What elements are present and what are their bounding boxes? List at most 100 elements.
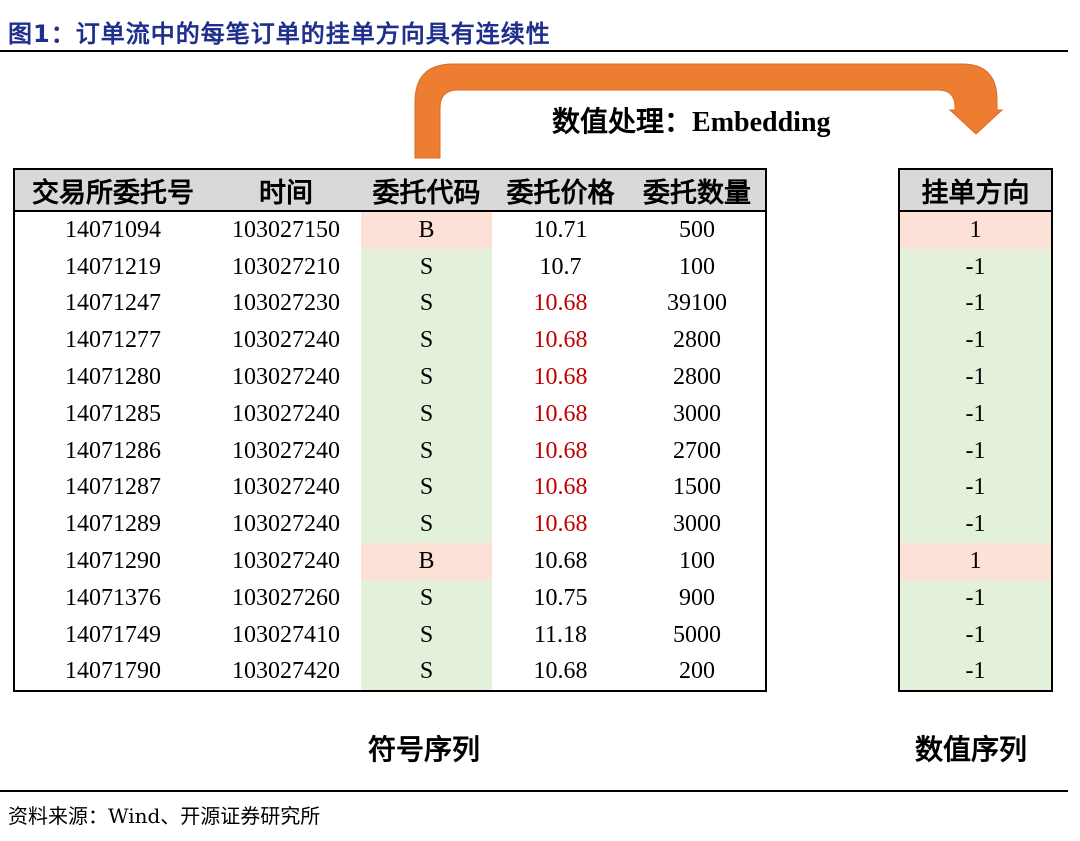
table-row: 14071285 103027240 S 10.68 3000 bbox=[14, 395, 766, 433]
price-cell: 10.68 bbox=[533, 400, 588, 427]
time-cell: 103027230 bbox=[232, 290, 340, 317]
price-cell: 10.68 bbox=[533, 511, 588, 538]
time-cell: 103027410 bbox=[232, 621, 340, 648]
direction-cell: -1 bbox=[899, 469, 1052, 507]
direction-cell: -1 bbox=[899, 506, 1052, 544]
qty-cell: 900 bbox=[679, 584, 715, 611]
price-cell: 11.18 bbox=[533, 621, 588, 648]
order-id-cell: 14071376 bbox=[65, 584, 161, 611]
price-cell: 10.68 bbox=[533, 658, 588, 685]
bottom-rule bbox=[0, 790, 1068, 792]
direction-cell: -1 bbox=[899, 579, 1052, 617]
order-id-cell: 14071790 bbox=[65, 658, 161, 685]
symbol-sequence-label: 符号序列 bbox=[368, 733, 481, 766]
order-id-cell: 14071277 bbox=[65, 327, 161, 354]
table-row: 14071094 103027150 B 10.71 500 bbox=[14, 211, 766, 249]
table-row: 14071277 103027240 S 10.68 2800 bbox=[14, 322, 766, 360]
qty-cell: 3000 bbox=[673, 400, 721, 427]
time-cell: 103027240 bbox=[232, 437, 340, 464]
table-row: 14071749 103027410 S 11.18 5000 bbox=[14, 616, 766, 654]
time-cell: 103027260 bbox=[232, 584, 340, 611]
price-cell: 10.75 bbox=[533, 584, 588, 611]
table-row: 14071280 103027240 S 10.68 2800 bbox=[14, 359, 766, 396]
code-cell: S bbox=[361, 653, 492, 692]
order-id-cell: 14071285 bbox=[65, 400, 161, 427]
time-cell: 103027240 bbox=[232, 548, 340, 575]
direction-row: 1 bbox=[899, 543, 1052, 580]
code-cell: S bbox=[361, 579, 492, 617]
direction-row: -1 bbox=[899, 248, 1052, 286]
qty-cell: 500 bbox=[679, 216, 715, 243]
direction-cell: 1 bbox=[899, 211, 1052, 249]
header-code: 委托代码 bbox=[361, 169, 492, 212]
direction-cell: -1 bbox=[899, 653, 1052, 692]
header-qty: 委托数量 bbox=[629, 169, 766, 212]
order-table: 交易所委托号 时间 委托代码 委托价格 委托数量 14071094 1030271… bbox=[13, 168, 767, 693]
process-label-en: Embedding bbox=[692, 107, 831, 138]
code-cell: S bbox=[361, 432, 492, 470]
time-cell: 103027240 bbox=[232, 327, 340, 354]
direction-row: -1 bbox=[899, 616, 1052, 654]
order-id-cell: 14071219 bbox=[65, 253, 161, 280]
qty-cell: 39100 bbox=[667, 290, 727, 317]
price-cell: 10.7 bbox=[539, 253, 582, 280]
code-cell: S bbox=[361, 285, 492, 323]
direction-row: -1 bbox=[899, 432, 1052, 470]
direction-row: -1 bbox=[899, 395, 1052, 433]
order-id-cell: 14071280 bbox=[65, 364, 161, 391]
qty-cell: 5000 bbox=[673, 621, 721, 648]
header-time: 时间 bbox=[211, 169, 361, 212]
code-cell: S bbox=[361, 248, 492, 286]
code-cell: S bbox=[361, 359, 492, 396]
header-price: 委托价格 bbox=[492, 169, 629, 212]
direction-table-header: 挂单方向 bbox=[899, 169, 1052, 212]
table-row: 14071290 103027240 B 10.68 100 bbox=[14, 543, 766, 580]
price-cell: 10.68 bbox=[533, 290, 588, 317]
code-cell: S bbox=[361, 395, 492, 433]
code-cell: S bbox=[361, 506, 492, 544]
direction-row: -1 bbox=[899, 579, 1052, 617]
direction-row: -1 bbox=[899, 653, 1052, 692]
code-cell: S bbox=[361, 469, 492, 507]
order-id-cell: 14071290 bbox=[65, 548, 161, 575]
direction-cell: -1 bbox=[899, 285, 1052, 323]
table-row: 14071247 103027230 S 10.68 39100 bbox=[14, 285, 766, 323]
table-row: 14071376 103027260 S 10.75 900 bbox=[14, 579, 766, 617]
code-cell: S bbox=[361, 616, 492, 654]
direction-cell: -1 bbox=[899, 432, 1052, 470]
direction-row: -1 bbox=[899, 359, 1052, 396]
time-cell: 103027240 bbox=[232, 511, 340, 538]
qty-cell: 2800 bbox=[673, 364, 721, 391]
time-cell: 103027240 bbox=[232, 400, 340, 427]
order-id-cell: 14071094 bbox=[65, 216, 161, 243]
price-cell: 10.71 bbox=[533, 216, 588, 243]
code-cell: B bbox=[361, 543, 492, 580]
order-id-cell: 14071289 bbox=[65, 511, 161, 538]
price-cell: 10.68 bbox=[533, 327, 588, 354]
time-cell: 103027210 bbox=[232, 253, 340, 280]
qty-cell: 100 bbox=[679, 548, 715, 575]
direction-cell: 1 bbox=[899, 543, 1052, 580]
qty-cell: 2700 bbox=[673, 437, 721, 464]
code-cell: S bbox=[361, 322, 492, 360]
order-id-cell: 14071247 bbox=[65, 290, 161, 317]
qty-cell: 3000 bbox=[673, 511, 721, 538]
order-id-cell: 14071286 bbox=[65, 437, 161, 464]
process-label: 数值处理：Embedding bbox=[552, 100, 831, 140]
order-id-cell: 14071287 bbox=[65, 474, 161, 501]
direction-row: -1 bbox=[899, 285, 1052, 323]
direction-cell: -1 bbox=[899, 322, 1052, 360]
direction-cell: -1 bbox=[899, 359, 1052, 396]
direction-row: 1 bbox=[899, 211, 1052, 249]
qty-cell: 200 bbox=[679, 658, 715, 685]
table-row: 14071287 103027240 S 10.68 1500 bbox=[14, 469, 766, 507]
direction-cell: -1 bbox=[899, 395, 1052, 433]
price-cell: 10.68 bbox=[533, 474, 588, 501]
table-row: 14071286 103027240 S 10.68 2700 bbox=[14, 432, 766, 470]
direction-row: -1 bbox=[899, 322, 1052, 360]
price-cell: 10.68 bbox=[533, 437, 588, 464]
embedding-arrow bbox=[414, 63, 1004, 159]
order-id-cell: 14071749 bbox=[65, 621, 161, 648]
time-cell: 103027420 bbox=[232, 658, 340, 685]
direction-cell: -1 bbox=[899, 616, 1052, 654]
